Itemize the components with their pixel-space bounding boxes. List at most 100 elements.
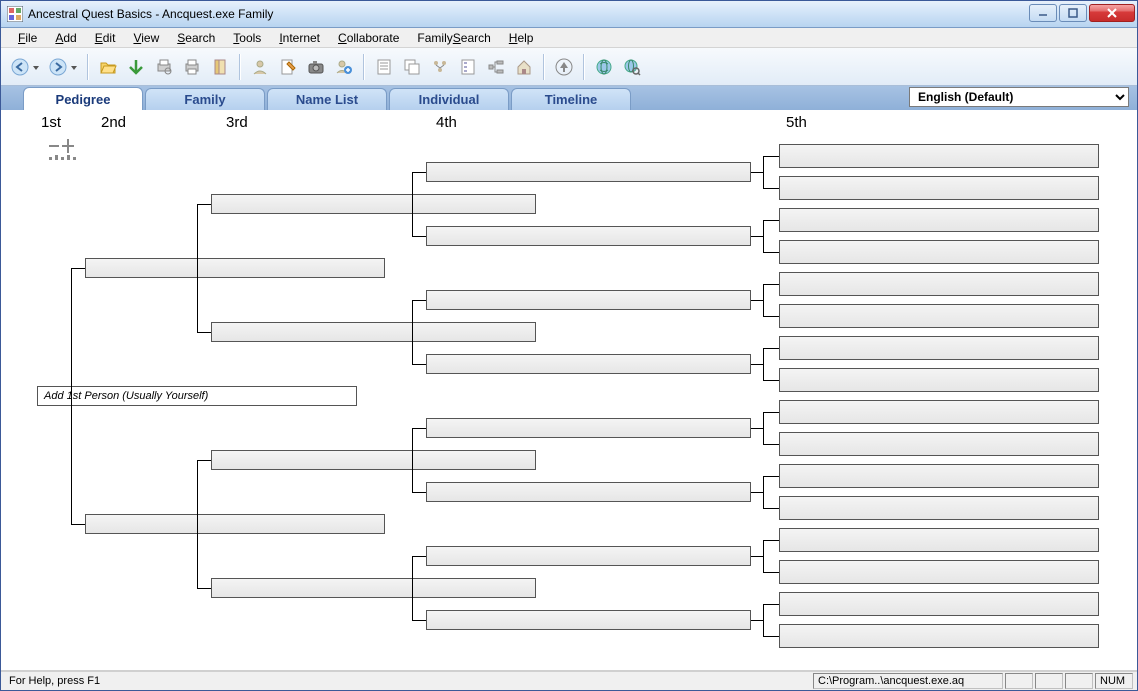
home-button[interactable]: [511, 54, 537, 80]
tab-pedigree[interactable]: Pedigree: [23, 87, 143, 110]
pedigree-gen4-slot[interactable]: [426, 546, 751, 566]
up-button[interactable]: [551, 54, 577, 80]
add-contact-button[interactable]: [331, 54, 357, 80]
globe-search-icon: [623, 58, 641, 76]
nav-forward-icon: [49, 58, 67, 76]
pedigree-gen5-slot[interactable]: [779, 272, 1099, 296]
gen-2-label: 2nd: [101, 114, 126, 131]
pedigree-gen5-slot[interactable]: [779, 624, 1099, 648]
print-preview-button[interactable]: [151, 54, 177, 80]
nav-back-button[interactable]: [7, 54, 43, 80]
print-icon: [183, 58, 201, 76]
minimize-button[interactable]: [1029, 4, 1057, 22]
pedigree-gen4-slot[interactable]: [426, 610, 751, 630]
pedigree-gen5-slot[interactable]: [779, 496, 1099, 520]
globe-sync-button[interactable]: [591, 54, 617, 80]
app-window: Ancestral Quest Basics - Ancquest.exe Fa…: [0, 0, 1138, 691]
pedigree-gen5-slot[interactable]: [779, 208, 1099, 232]
descendants-button[interactable]: [455, 54, 481, 80]
notes-button[interactable]: [371, 54, 397, 80]
pedigree-gen4-slot[interactable]: [426, 290, 751, 310]
notes-icon: [375, 58, 393, 76]
pedigree-gen5-slot[interactable]: [779, 176, 1099, 200]
menu-familysearch[interactable]: FamilySearch: [408, 29, 499, 47]
pedigree-gen5-slot[interactable]: [779, 336, 1099, 360]
pedigree-gen4-slot[interactable]: [426, 354, 751, 374]
pedigree-gen4-slot[interactable]: [426, 226, 751, 246]
descendants-icon: [459, 58, 477, 76]
camera-button[interactable]: [303, 54, 329, 80]
cut-button[interactable]: [207, 54, 233, 80]
tab-timeline[interactable]: Timeline: [511, 88, 631, 110]
pedigree-gen5-slot[interactable]: [779, 400, 1099, 424]
menu-edit[interactable]: Edit: [86, 29, 125, 47]
menu-tools[interactable]: Tools: [224, 29, 270, 47]
edit-person-button[interactable]: [275, 54, 301, 80]
open-button[interactable]: [95, 54, 121, 80]
ancestors-button[interactable]: [483, 54, 509, 80]
language-select[interactable]: English (Default): [909, 87, 1129, 107]
pedigree-gen3-slot[interactable]: [211, 322, 536, 342]
status-pane-2: [1035, 673, 1063, 689]
pedigree-gen5-slot[interactable]: [779, 144, 1099, 168]
pedigree-gen5-slot[interactable]: [779, 368, 1099, 392]
menu-view[interactable]: View: [124, 29, 168, 47]
pedigree-gen5-slot[interactable]: [779, 528, 1099, 552]
globe-search-button[interactable]: [619, 54, 645, 80]
pedigree-gen5-slot[interactable]: [779, 432, 1099, 456]
menu-collaborate[interactable]: Collaborate: [329, 29, 408, 47]
window-controls: [1029, 4, 1135, 24]
pedigree-gen3-slot[interactable]: [211, 450, 536, 470]
menu-add[interactable]: Add: [46, 29, 85, 47]
status-numlock: NUM: [1095, 673, 1133, 689]
pedigree-gen5-slot[interactable]: [779, 592, 1099, 616]
pedigree-root-person[interactable]: Add 1st Person (Usually Yourself): [37, 386, 357, 406]
menu-search[interactable]: Search: [168, 29, 224, 47]
save-button[interactable]: [123, 54, 149, 80]
pedigree-gen4-slot[interactable]: [426, 482, 751, 502]
gen-3-label: 3rd: [226, 114, 248, 131]
gen-4-label: 4th: [436, 114, 457, 131]
add-contact-icon: [335, 58, 353, 76]
menu-help[interactable]: Help: [500, 29, 543, 47]
language-selector-wrap: English (Default): [909, 87, 1129, 107]
pedigree-gen3-slot[interactable]: [211, 194, 536, 214]
tabstrip: Pedigree Family Name List Individual Tim…: [1, 86, 1137, 110]
add-person-button[interactable]: [247, 54, 273, 80]
menubar: File Add Edit View Search Tools Internet…: [1, 28, 1137, 48]
pedigree-gen5-slot[interactable]: [779, 304, 1099, 328]
pedigree-gen5-slot[interactable]: [779, 240, 1099, 264]
pedigree-gen4-slot[interactable]: [426, 162, 751, 182]
pedigree-gen3-slot[interactable]: [211, 578, 536, 598]
ancestors-icon: [487, 58, 505, 76]
menu-file[interactable]: File: [9, 29, 46, 47]
family-group-icon: [431, 58, 449, 76]
family-group-button[interactable]: [427, 54, 453, 80]
titlebar: Ancestral Quest Basics - Ancquest.exe Fa…: [1, 1, 1137, 28]
print-button[interactable]: [179, 54, 205, 80]
tab-name-list[interactable]: Name List: [267, 88, 387, 110]
tab-family[interactable]: Family: [145, 88, 265, 110]
cascade-button[interactable]: [399, 54, 425, 80]
add-person-icon: [251, 58, 269, 76]
pedigree-gen5-slot[interactable]: [779, 464, 1099, 488]
tab-label: Family: [184, 92, 225, 107]
open-folder-icon: [99, 58, 117, 76]
toolbar: [1, 48, 1137, 86]
pedigree-gen5-slot[interactable]: [779, 560, 1099, 584]
maximize-button[interactable]: [1059, 4, 1087, 22]
pedigree-gen4-slot[interactable]: [426, 418, 751, 438]
menu-internet[interactable]: Internet: [270, 29, 329, 47]
status-pane-3: [1065, 673, 1093, 689]
gen-1-label: 1st: [41, 114, 61, 131]
window-title: Ancestral Quest Basics - Ancquest.exe Fa…: [28, 7, 1029, 21]
nav-back-icon: [11, 58, 29, 76]
close-button[interactable]: [1089, 4, 1135, 22]
statusbar: For Help, press F1 C:\Program..\ancquest…: [1, 670, 1137, 690]
pedigree-gen2-mother[interactable]: [85, 514, 385, 534]
nav-forward-button[interactable]: [45, 54, 81, 80]
tab-individual[interactable]: Individual: [389, 88, 509, 110]
status-help-text: For Help, press F1: [7, 673, 811, 689]
zoom-control[interactable]: [49, 139, 89, 167]
pedigree-gen2-father[interactable]: [85, 258, 385, 278]
